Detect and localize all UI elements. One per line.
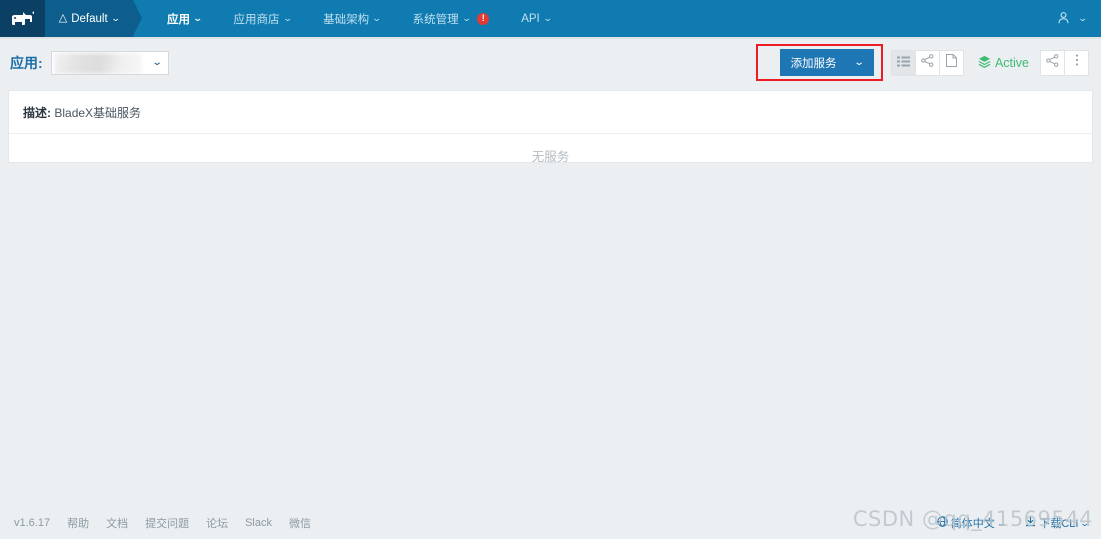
share-icon-button[interactable] bbox=[914, 49, 940, 76]
chevron-down-icon: ⌄ bbox=[192, 13, 203, 23]
user-avatar-icon bbox=[1057, 11, 1070, 27]
nav-item-infrastructure[interactable]: 基础架构 ⌄ bbox=[307, 0, 397, 37]
action-icon-group bbox=[1040, 49, 1089, 76]
download-cli-link[interactable]: 下载CLI ⌄ bbox=[1025, 515, 1091, 531]
nav-item-apps[interactable]: 应用 ⌄ bbox=[151, 0, 218, 37]
annotation-highlight-box: 添加服务 ⌄ bbox=[755, 44, 883, 81]
service-card: 描述: BladeX基础服务 无服务 bbox=[8, 90, 1093, 164]
chevron-down-icon: ⌄ bbox=[1078, 13, 1089, 23]
chevron-down-icon: ⌄ bbox=[282, 13, 293, 23]
chevron-down-icon: ⌄ bbox=[371, 13, 382, 23]
top-navbar: △ Default ⌄ 应用 ⌄ 应用商店 ⌄ 基础架构 ⌄ 系统管理 ⌄ ! bbox=[0, 0, 1101, 37]
kebab-menu-icon-button[interactable] bbox=[1064, 49, 1089, 76]
description-value: BladeX基础服务 bbox=[54, 106, 142, 120]
language-selector[interactable]: 简体中文 ⌄ bbox=[937, 515, 1007, 531]
user-menu[interactable]: ⌄ bbox=[1057, 0, 1101, 37]
language-label: 简体中文 bbox=[950, 518, 995, 530]
add-service-label: 添加服务 bbox=[790, 57, 837, 70]
chevron-down-icon: ⌄ bbox=[853, 56, 865, 68]
redacted-app-name bbox=[53, 52, 142, 74]
empty-state-message: 无服务 bbox=[531, 150, 570, 164]
footer-link-wechat[interactable]: 微信 bbox=[289, 515, 311, 531]
nav-item-system-management[interactable]: 系统管理 ⌄ ! bbox=[397, 0, 506, 37]
footer-right: 简体中文 ⌄ 下载CLI ⌄ bbox=[937, 515, 1101, 531]
home-icon: △ bbox=[58, 12, 68, 24]
version-label: v1.6.17 bbox=[14, 517, 51, 529]
alert-badge-icon: ! bbox=[477, 12, 490, 25]
footer-link-docs[interactable]: 文档 bbox=[106, 515, 128, 531]
nav-item-app-store[interactable]: 应用商店 ⌄ bbox=[218, 0, 308, 37]
chevron-down-icon: ⌄ bbox=[151, 56, 164, 68]
kebab-menu-icon bbox=[1075, 53, 1079, 72]
rancher-cow-logo-icon bbox=[10, 10, 36, 27]
chevron-down-icon: ⌄ bbox=[996, 517, 1007, 528]
share-icon bbox=[1046, 53, 1059, 72]
cluster-selector[interactable]: △ Default ⌄ bbox=[45, 0, 142, 37]
card-description: 描述: BladeX基础服务 bbox=[9, 91, 1092, 121]
nav-item-label: 应用 bbox=[167, 13, 190, 26]
nav-items: 应用 ⌄ 应用商店 ⌄ 基础架构 ⌄ 系统管理 ⌄ ! API ⌄ bbox=[151, 0, 567, 37]
nav-item-api[interactable]: API ⌄ bbox=[505, 0, 567, 37]
description-label: 描述: bbox=[23, 106, 51, 120]
toolbar-left: 应用: ⌄ bbox=[0, 50, 169, 75]
list-view-icon bbox=[896, 54, 910, 72]
app-select-dropdown[interactable]: ⌄ bbox=[50, 50, 169, 75]
chevron-down-icon: ⌄ bbox=[542, 13, 553, 23]
nav-item-label: API bbox=[521, 12, 540, 25]
download-cli-label: 下载CLI bbox=[1039, 518, 1079, 530]
chevron-down-icon: ⌄ bbox=[110, 13, 121, 23]
share-icon-button-secondary[interactable] bbox=[1040, 49, 1065, 76]
chevron-down-icon: ⌄ bbox=[1080, 517, 1091, 528]
globe-icon bbox=[937, 516, 948, 530]
status-label: Active bbox=[994, 55, 1029, 70]
footer: v1.6.17 帮助 文档 提交问题 论坛 Slack 微信 简体中文 ⌄ 下载… bbox=[0, 507, 1101, 539]
app-label: 应用: bbox=[10, 54, 43, 71]
nav-item-label: 系统管理 bbox=[412, 13, 459, 26]
download-icon bbox=[1025, 516, 1036, 530]
share-icon bbox=[921, 53, 934, 72]
sub-toolbar: 应用: ⌄ 添加服务 ⌄ Active bbox=[0, 39, 1101, 86]
toolbar-right: 添加服务 ⌄ Active bbox=[755, 44, 1101, 81]
footer-link-submit-issue[interactable]: 提交问题 bbox=[145, 515, 189, 531]
document-icon bbox=[945, 53, 957, 72]
footer-link-forum[interactable]: 论坛 bbox=[206, 515, 228, 531]
add-service-button[interactable]: 添加服务 ⌄ bbox=[779, 49, 874, 76]
footer-left: v1.6.17 帮助 文档 提交问题 论坛 Slack 微信 bbox=[0, 515, 311, 531]
list-view-icon-button[interactable] bbox=[890, 49, 916, 76]
layers-icon bbox=[978, 55, 991, 71]
nav-item-label: 基础架构 bbox=[323, 13, 370, 26]
cluster-name: Default bbox=[71, 12, 108, 25]
footer-link-help[interactable]: 帮助 bbox=[67, 515, 89, 531]
page-root: △ Default ⌄ 应用 ⌄ 应用商店 ⌄ 基础架构 ⌄ 系统管理 ⌄ ! bbox=[0, 0, 1101, 539]
document-icon-button[interactable] bbox=[938, 49, 964, 76]
chevron-down-icon: ⌄ bbox=[461, 13, 472, 23]
nav-item-label: 应用商店 bbox=[233, 13, 280, 26]
footer-link-slack[interactable]: Slack bbox=[245, 517, 272, 529]
status-badge: Active bbox=[978, 55, 1029, 71]
rancher-logo-button[interactable] bbox=[0, 0, 45, 37]
view-mode-icon-group bbox=[890, 49, 964, 76]
